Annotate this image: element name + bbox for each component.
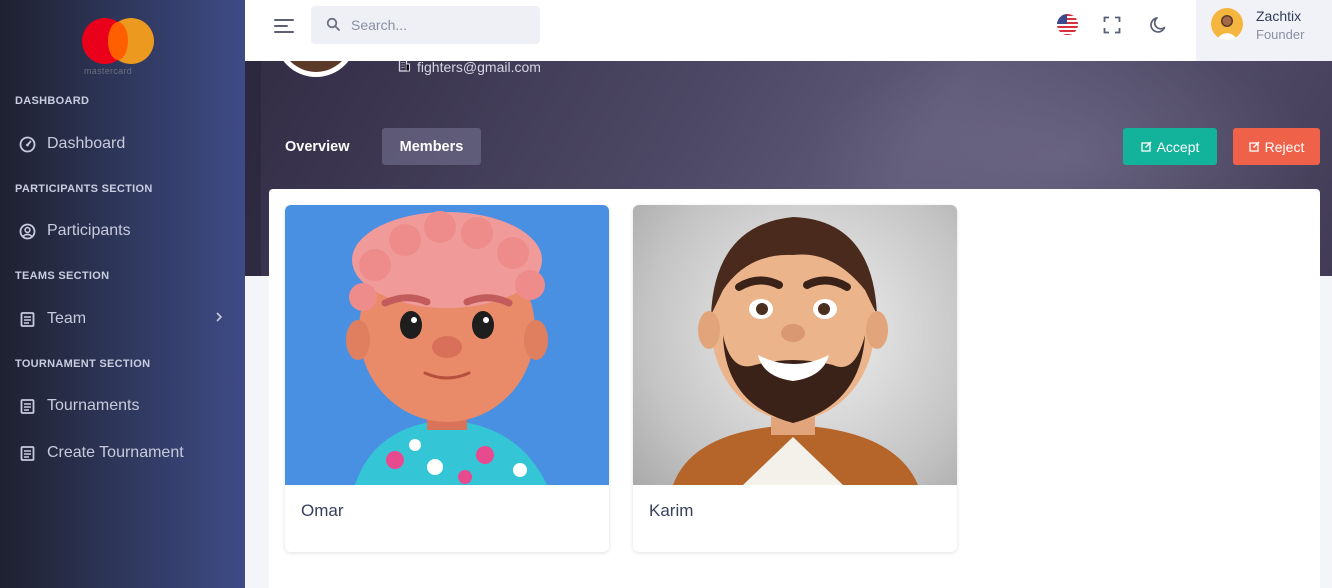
team-logo — [275, 61, 357, 77]
user-role: Founder — [1256, 27, 1305, 42]
dark-mode-icon[interactable] — [1149, 15, 1169, 40]
edit-icon — [1249, 139, 1260, 155]
search-icon — [326, 17, 341, 37]
gauge-icon — [19, 136, 36, 153]
section-title-participants: PARTICIPANTS SECTION — [15, 183, 153, 195]
member-name: Omar — [301, 501, 344, 520]
sidebar-item-label: Team — [47, 310, 87, 327]
building-icon — [398, 61, 411, 75]
chevron-right-icon — [215, 310, 223, 328]
mastercard-logo[interactable]: mastercard — [82, 16, 160, 76]
document-icon — [19, 398, 36, 415]
sidebar-item-participants[interactable]: Participants — [19, 216, 229, 246]
section-title-teams: TEAMS SECTION — [15, 270, 110, 282]
sidebar-item-label: Dashboard — [47, 135, 126, 152]
search-input[interactable] — [351, 15, 531, 35]
members-panel: Omar Karim — [269, 189, 1320, 588]
sidebar-item-team[interactable]: Team — [19, 304, 229, 334]
document-icon — [19, 445, 36, 462]
menu-toggle-icon[interactable] — [273, 17, 295, 35]
accept-button[interactable]: Accept — [1123, 128, 1217, 165]
sidebar-item-label: Create Tournament — [47, 444, 184, 461]
search-box — [311, 6, 540, 44]
user-circle-icon — [19, 223, 36, 240]
brand-name: mastercard — [84, 66, 133, 76]
accept-label: Accept — [1156, 138, 1200, 155]
reject-button[interactable]: Reject — [1233, 128, 1320, 165]
user-menu[interactable]: Zachtix Founder — [1196, 0, 1332, 61]
member-photo — [633, 205, 957, 485]
avatar — [1211, 8, 1243, 40]
user-name: Zachtix — [1256, 8, 1302, 24]
us-flag-icon[interactable] — [1057, 14, 1078, 35]
team-email: fighters@gmail.com — [398, 61, 541, 75]
sidebar-item-tournaments[interactable]: Tournaments — [19, 391, 229, 421]
document-icon — [19, 311, 36, 328]
tab-members[interactable]: Members — [382, 128, 481, 165]
tab-overview[interactable]: Overview — [285, 128, 351, 165]
section-title-tournament: TOURNAMENT SECTION — [15, 358, 151, 370]
member-name: Karim — [649, 501, 694, 520]
sidebar: mastercard DASHBOARD Dashboard PARTICIPA… — [0, 0, 245, 588]
reject-label: Reject — [1264, 138, 1305, 155]
email-text: fighters@gmail.com — [417, 61, 541, 75]
section-title-dashboard: DASHBOARD — [15, 95, 90, 107]
member-card-karim[interactable]: Karim — [633, 205, 957, 552]
sidebar-item-dashboard[interactable]: Dashboard — [19, 129, 229, 159]
edit-icon — [1140, 139, 1152, 155]
member-card-omar[interactable]: Omar — [285, 205, 609, 552]
fullscreen-icon[interactable] — [1103, 16, 1121, 39]
sidebar-item-create-tournament[interactable]: Create Tournament — [19, 438, 229, 468]
sidebar-item-label: Participants — [47, 222, 131, 239]
topbar: Zachtix Founder — [245, 0, 1332, 61]
sidebar-item-label: Tournaments — [47, 397, 140, 414]
member-photo — [285, 205, 609, 485]
